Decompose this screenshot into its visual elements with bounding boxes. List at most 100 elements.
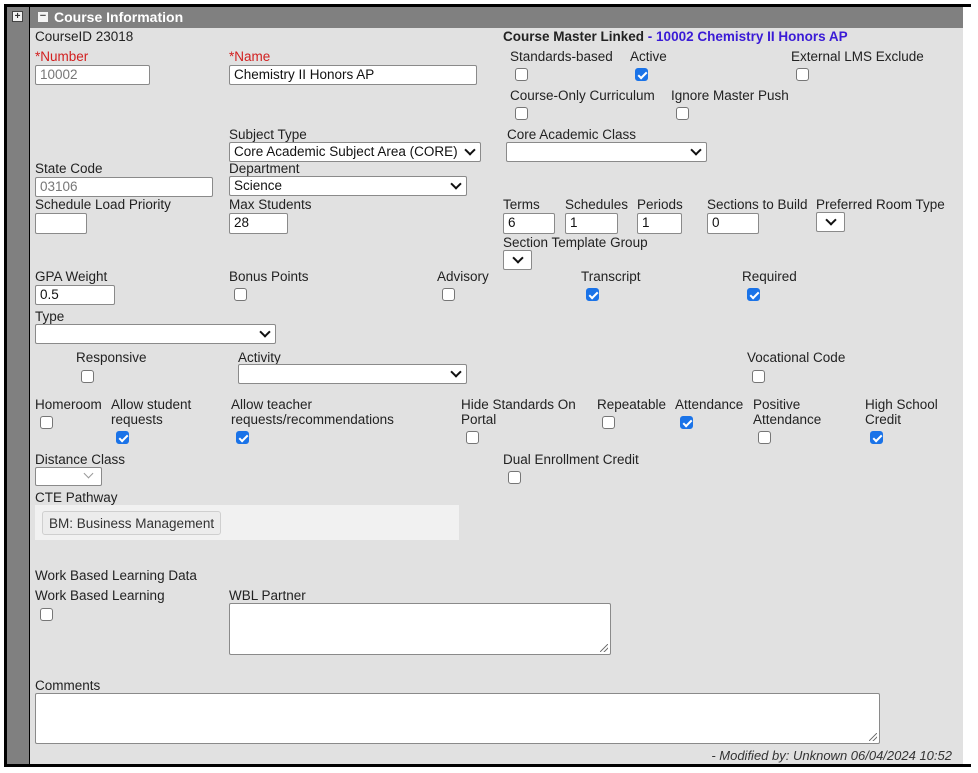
cte-pathway-label: CTE Pathway bbox=[35, 490, 118, 505]
distance-class-select[interactable] bbox=[35, 467, 102, 486]
chevron-down-icon bbox=[450, 366, 462, 378]
repeatable-checkbox[interactable] bbox=[602, 416, 615, 429]
course-id: CourseID 23018 bbox=[35, 29, 134, 44]
allow-teacher-requests-label-line1: Allow teacher bbox=[231, 397, 313, 412]
allow-student-requests-label-line1: Allow student bbox=[111, 397, 192, 412]
preferred-room-type-label: Preferred Room Type bbox=[816, 197, 945, 212]
repeatable-label: Repeatable bbox=[597, 397, 667, 412]
department-select[interactable]: Science bbox=[229, 176, 467, 196]
high-school-credit-checkbox[interactable] bbox=[870, 431, 883, 444]
subject-type-label: Subject Type bbox=[229, 127, 307, 142]
bonus-points-label: Bonus Points bbox=[229, 269, 309, 284]
course-master-linked: Course Master Linked - 10002 Chemistry I… bbox=[503, 29, 848, 44]
number-input[interactable]: 10002 bbox=[35, 65, 150, 85]
attendance-checkbox[interactable] bbox=[680, 416, 693, 429]
active-checkbox[interactable] bbox=[635, 68, 648, 81]
course-master-link[interactable]: 10002 Chemistry II Honors AP bbox=[656, 29, 848, 44]
subject-type-select[interactable]: Core Academic Subject Area (CORE) bbox=[229, 142, 481, 162]
name-input[interactable]: Chemistry II Honors AP bbox=[229, 65, 477, 85]
chevron-down-icon bbox=[690, 144, 702, 156]
allow-teacher-requests-checkbox[interactable] bbox=[236, 431, 249, 444]
attendance-label: Attendance bbox=[675, 397, 744, 412]
positive-attendance-label-line1: Positive bbox=[753, 397, 801, 412]
high-school-credit-label-line1: High School bbox=[865, 397, 938, 412]
preferred-room-type-select[interactable] bbox=[816, 212, 845, 232]
transcript-checkbox[interactable] bbox=[586, 288, 599, 301]
external-lms-exclude-checkbox[interactable] bbox=[796, 68, 809, 81]
name-label: *Name bbox=[229, 49, 271, 64]
responsive-label: Responsive bbox=[76, 350, 147, 365]
wbl-section-label: Work Based Learning Data bbox=[35, 568, 197, 583]
core-academic-class-label: Core Academic Class bbox=[507, 127, 637, 142]
type-select[interactable] bbox=[35, 324, 276, 344]
minus-square-icon[interactable]: − bbox=[38, 11, 48, 22]
section-template-group-select[interactable] bbox=[503, 250, 532, 270]
schedules-input[interactable]: 1 bbox=[565, 213, 618, 234]
terms-input[interactable]: 6 bbox=[503, 213, 555, 234]
homeroom-label: Homeroom bbox=[35, 397, 102, 412]
gpa-weight-label: GPA Weight bbox=[35, 269, 108, 284]
allow-student-requests-label-line2: requests bbox=[111, 412, 163, 427]
terms-label: Terms bbox=[503, 197, 540, 212]
active-label: Active bbox=[630, 49, 667, 64]
distance-class-label: Distance Class bbox=[35, 452, 126, 467]
subject-type-value: Core Academic Subject Area (CORE) bbox=[234, 144, 458, 159]
hide-standards-label-line2: Portal bbox=[461, 412, 497, 427]
gpa-weight-input[interactable]: 0.5 bbox=[35, 285, 115, 305]
course-only-curriculum-checkbox[interactable] bbox=[515, 107, 528, 120]
activity-select[interactable] bbox=[238, 364, 467, 384]
right-border bbox=[963, 7, 971, 764]
panel-title: Course Information bbox=[54, 9, 184, 25]
wbl-partner-textarea[interactable] bbox=[229, 603, 611, 655]
positive-attendance-checkbox[interactable] bbox=[758, 431, 771, 444]
panel-header[interactable]: − Course Information bbox=[30, 7, 963, 28]
advisory-checkbox[interactable] bbox=[442, 288, 455, 301]
sections-to-build-label: Sections to Build bbox=[707, 197, 808, 212]
vocational-code-label: Vocational Code bbox=[747, 350, 846, 365]
type-label: Type bbox=[35, 309, 65, 324]
modified-by-text: - Modified by: Unknown 06/04/2024 10:52 bbox=[711, 748, 952, 763]
department-label: Department bbox=[229, 161, 300, 176]
chevron-down-icon bbox=[825, 214, 837, 226]
plus-square-icon[interactable]: + bbox=[12, 11, 23, 22]
activity-label: Activity bbox=[238, 350, 281, 365]
chevron-down-icon bbox=[464, 144, 476, 156]
dual-enrollment-credit-checkbox[interactable] bbox=[508, 471, 521, 484]
comments-label: Comments bbox=[35, 678, 101, 693]
cte-pathway-chip[interactable]: BM: Business Management bbox=[42, 511, 222, 535]
periods-input[interactable]: 1 bbox=[637, 213, 682, 234]
resize-grip-icon[interactable] bbox=[600, 644, 608, 652]
hide-standards-checkbox[interactable] bbox=[466, 431, 479, 444]
wbl-partner-label: WBL Partner bbox=[229, 588, 306, 603]
number-label: *Number bbox=[35, 49, 89, 64]
vocational-code-checkbox[interactable] bbox=[752, 370, 765, 383]
ignore-master-push-label: Ignore Master Push bbox=[671, 88, 789, 103]
periods-label: Periods bbox=[637, 197, 683, 212]
max-students-input[interactable]: 28 bbox=[229, 213, 288, 234]
homeroom-checkbox[interactable] bbox=[40, 416, 53, 429]
course-only-curriculum-label: Course-Only Curriculum bbox=[510, 88, 655, 103]
department-value: Science bbox=[234, 178, 283, 193]
standards-based-label: Standards-based bbox=[510, 49, 613, 64]
left-gutter bbox=[7, 7, 29, 764]
sections-to-build-input[interactable]: 0 bbox=[707, 213, 759, 234]
work-based-learning-checkbox[interactable] bbox=[40, 608, 53, 621]
chevron-down-icon bbox=[83, 468, 94, 479]
schedule-load-priority-input[interactable] bbox=[35, 213, 87, 234]
responsive-checkbox[interactable] bbox=[81, 370, 94, 383]
state-code-input[interactable]: 03106 bbox=[35, 177, 213, 197]
external-lms-exclude-label: External LMS Exclude bbox=[791, 49, 924, 64]
max-students-label: Max Students bbox=[229, 197, 312, 212]
core-academic-class-select[interactable] bbox=[506, 142, 707, 162]
work-based-learning-label: Work Based Learning bbox=[35, 588, 165, 603]
ignore-master-push-checkbox[interactable] bbox=[676, 107, 689, 120]
standards-based-checkbox[interactable] bbox=[515, 68, 528, 81]
dual-enrollment-credit-label: Dual Enrollment Credit bbox=[503, 452, 639, 467]
chevron-down-icon bbox=[450, 178, 462, 190]
allow-student-requests-checkbox[interactable] bbox=[116, 431, 129, 444]
comments-textarea[interactable] bbox=[35, 693, 880, 744]
chevron-down-icon bbox=[259, 326, 271, 338]
bonus-points-checkbox[interactable] bbox=[234, 288, 247, 301]
resize-grip-icon[interactable] bbox=[869, 733, 877, 741]
required-checkbox[interactable] bbox=[747, 288, 760, 301]
